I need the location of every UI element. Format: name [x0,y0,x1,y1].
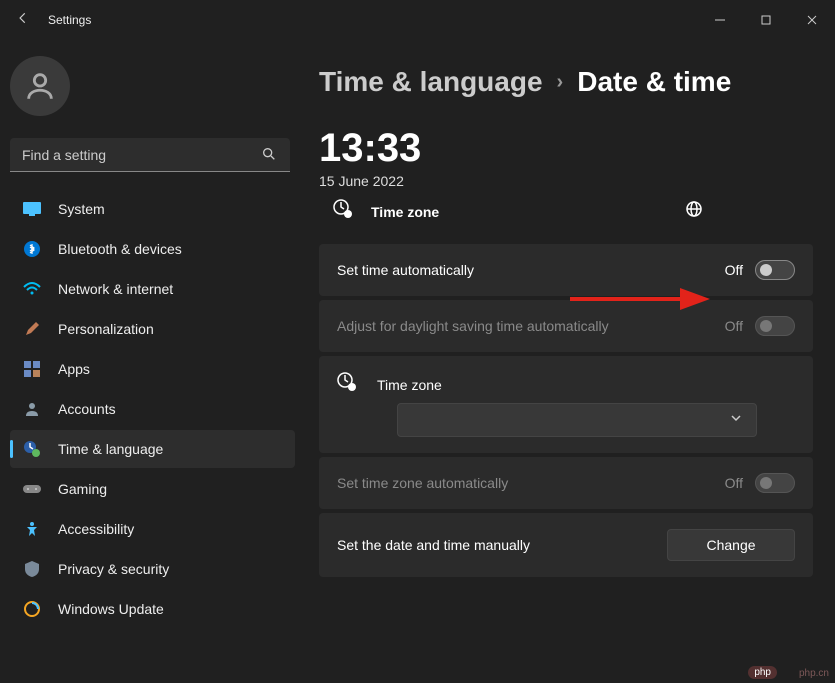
nav-label: Privacy & security [58,561,169,577]
nav-label: Apps [58,361,90,377]
nav-bluetooth[interactable]: Bluetooth & devices [10,230,295,268]
nav-label: Windows Update [58,601,164,617]
update-icon [22,599,42,619]
nav-label: Bluetooth & devices [58,241,182,257]
breadcrumb-parent[interactable]: Time & language [319,66,543,98]
nav-privacy[interactable]: Privacy & security [10,550,295,588]
clock-globe-icon [22,439,42,459]
toggle-state: Off [725,262,743,278]
accessibility-icon [22,519,42,539]
auto-time-toggle[interactable] [755,260,795,280]
sidebar: System Bluetooth & devices Network & int… [0,48,305,683]
chevron-down-icon [730,411,742,429]
setting-auto-timezone: Set time zone automatically Off [319,457,813,509]
toggle-state: Off [725,318,743,334]
watermark-text: php.cn [799,668,829,679]
search-icon [261,146,277,167]
current-time: 13:33 [319,126,813,171]
setting-timezone: Time zone [319,356,813,453]
window-title: Settings [48,13,91,27]
person-icon [22,399,42,419]
timezone-header-label: Time zone [371,204,439,220]
setting-dst: Adjust for daylight saving time automati… [319,300,813,352]
title-bar: Settings [0,0,835,40]
user-avatar[interactable] [10,56,70,116]
nav-label: Accessibility [58,521,134,537]
setting-label: Set the date and time manually [337,537,667,553]
content-area: Time & language › Date & time 13:33 15 J… [305,48,835,683]
nav-label: Network & internet [58,281,173,297]
nav-label: Accounts [58,401,116,417]
setting-label: Set time automatically [337,262,725,278]
annotation-arrow [570,284,710,314]
timezone-header: Time zone [319,199,813,224]
clock-globe-icon [333,199,353,224]
setting-label: Set time zone automatically [337,475,725,491]
gamepad-icon [22,479,42,499]
setting-auto-time: Set time automatically Off [319,244,813,296]
nav-network[interactable]: Network & internet [10,270,295,308]
wifi-icon [22,279,42,299]
setting-label: Adjust for daylight saving time automati… [337,318,725,334]
back-button[interactable] [8,11,38,30]
apps-icon [22,359,42,379]
current-date: 15 June 2022 [319,173,813,189]
nav-list: System Bluetooth & devices Network & int… [10,190,295,628]
change-button[interactable]: Change [667,529,795,561]
nav-label: System [58,201,105,217]
nav-label: Personalization [58,321,154,337]
nav-label: Gaming [58,481,107,497]
nav-personalization[interactable]: Personalization [10,310,295,348]
globe-icon [685,200,703,223]
chevron-right-icon: › [557,71,564,94]
breadcrumb: Time & language › Date & time [319,66,813,98]
nav-time-language[interactable]: Time & language [10,430,295,468]
auto-tz-toggle [755,473,795,493]
nav-accounts[interactable]: Accounts [10,390,295,428]
nav-apps[interactable]: Apps [10,350,295,388]
nav-windows-update[interactable]: Windows Update [10,590,295,628]
toggle-state: Off [725,475,743,491]
monitor-icon [22,199,42,219]
paintbrush-icon [22,319,42,339]
clock-globe-icon [337,372,357,397]
nav-accessibility[interactable]: Accessibility [10,510,295,548]
bluetooth-icon [22,239,42,259]
search-input[interactable] [10,138,290,172]
nav-system[interactable]: System [10,190,295,228]
watermark-badge: php [748,666,777,679]
setting-label: Time zone [377,377,795,393]
shield-icon [22,559,42,579]
breadcrumb-current: Date & time [577,66,731,98]
dst-toggle [755,316,795,336]
nav-label: Time & language [58,441,163,457]
maximize-button[interactable] [743,5,789,35]
close-button[interactable] [789,5,835,35]
nav-gaming[interactable]: Gaming [10,470,295,508]
timezone-dropdown[interactable] [397,403,757,437]
minimize-button[interactable] [697,5,743,35]
setting-manual-datetime: Set the date and time manually Change [319,513,813,577]
